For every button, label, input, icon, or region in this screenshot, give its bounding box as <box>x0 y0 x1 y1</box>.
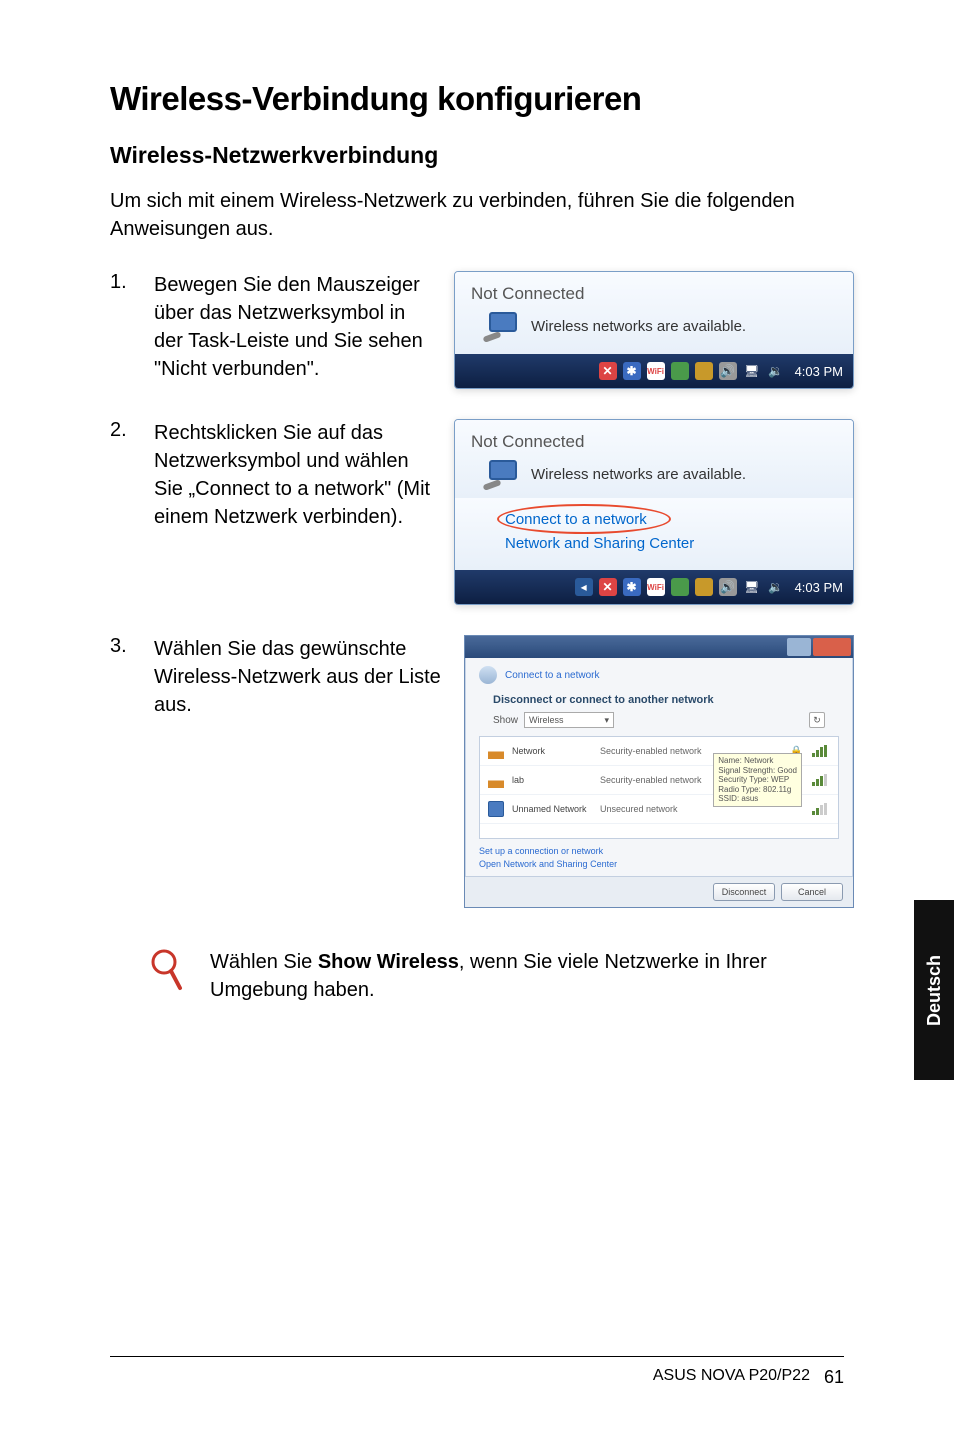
popup-title: Not Connected <box>471 432 837 452</box>
volume-icon[interactable]: 🔊 <box>719 578 737 596</box>
network-icon <box>483 312 519 340</box>
close-button[interactable] <box>813 638 851 656</box>
refresh-button[interactable]: ↻ <box>809 712 825 728</box>
popup-message: Wireless networks are available. <box>531 318 746 335</box>
screenshot-1: Not Connected Wireless networks are avai… <box>454 271 854 389</box>
step-text: Bewegen Sie den Mauszeiger über das Netz… <box>154 271 434 389</box>
show-label: Show <box>493 715 518 726</box>
signal-strength-icon <box>812 803 830 815</box>
tray-icon[interactable] <box>695 362 713 380</box>
show-filter-select[interactable]: Wireless▾ <box>524 712 614 728</box>
network-icon <box>483 460 519 488</box>
expand-tray-icon[interactable]: ◂ <box>575 578 593 596</box>
speaker-icon[interactable]: 🔉 <box>767 362 785 380</box>
bluetooth-icon[interactable]: ✱ <box>623 578 641 596</box>
dialog-subtitle: Disconnect or connect to another network <box>465 688 853 708</box>
volume-icon[interactable]: 🔊 <box>719 362 737 380</box>
close-tray-icon[interactable]: ✕ <box>599 578 617 596</box>
intro-paragraph: Um sich mit einem Wireless-Netzwerk zu v… <box>110 187 844 243</box>
open-sharing-center-link[interactable]: Open Network and Sharing Center <box>479 858 839 871</box>
step-3: 3. Wählen Sie das gewünschte Wireless-Ne… <box>110 635 844 908</box>
network-name: lab <box>512 775 592 785</box>
footer-product: ASUS NOVA P20/P22 <box>653 1367 810 1388</box>
magnifier-icon <box>150 948 184 997</box>
language-tab: Deutsch <box>914 900 954 1080</box>
page-title-h2: Wireless-Netzwerkverbindung <box>110 142 844 169</box>
tip-text-pre: Wählen Sie <box>210 951 318 973</box>
step-text: Wählen Sie das gewünschte Wireless-Netzw… <box>154 635 444 719</box>
network-tooltip: Name: Network Signal Strength: Good Secu… <box>713 753 802 807</box>
network-tray-icon[interactable]: 🖥 <box>743 578 761 596</box>
dialog-breadcrumb: Connect to a network <box>505 670 600 681</box>
setup-connection-link[interactable]: Set up a connection or network <box>479 845 839 858</box>
security-tray-icon[interactable] <box>671 578 689 596</box>
tip-note: Wählen Sie Show Wireless, wenn Sie viele… <box>110 948 844 1004</box>
disconnect-button[interactable]: Disconnect <box>713 883 775 901</box>
back-button[interactable] <box>479 666 497 684</box>
taskbar-clock: 4:03 PM <box>795 364 843 379</box>
page-footer: ASUS NOVA P20/P22 61 <box>110 1356 844 1388</box>
network-tray-icon[interactable]: 🖥 <box>743 362 761 380</box>
security-tray-icon[interactable] <box>671 362 689 380</box>
connect-network-link[interactable]: Connect to a network <box>505 508 647 532</box>
dialog-titlebar <box>465 636 853 658</box>
step-2: 2. Rechtsklicken Sie auf das Netzwerksym… <box>110 419 844 605</box>
wifi-signal-icon <box>488 772 504 788</box>
cancel-button[interactable]: Cancel <box>781 883 843 901</box>
page-title-h1: Wireless-Verbindung konfigurieren <box>110 80 844 118</box>
network-list: Network Security-enabled network 🔒 lab S… <box>479 736 839 839</box>
close-tray-icon[interactable]: ✕ <box>599 362 617 380</box>
wifi-signal-icon <box>488 743 504 759</box>
bluetooth-icon[interactable]: ✱ <box>623 362 641 380</box>
tip-text-bold: Show Wireless <box>318 951 459 973</box>
wifi-manager-icon[interactable]: WiFi <box>647 362 665 380</box>
network-name: Unnamed Network <box>512 804 592 814</box>
step-number: 1. <box>110 271 134 389</box>
step-number: 3. <box>110 635 134 658</box>
computer-icon <box>488 801 504 817</box>
step-text: Rechtsklicken Sie auf das Netzwerksymbol… <box>154 419 434 605</box>
network-list-item[interactable]: lab Security-enabled network Name: Netwo… <box>480 766 838 795</box>
screenshot-3: Connect to a network Disconnect or conne… <box>464 635 854 908</box>
speaker-icon[interactable]: 🔉 <box>767 578 785 596</box>
taskbar: ◂ ✕ ✱ WiFi 🔊 🖥 🔉 4:03 PM <box>455 570 853 604</box>
minimize-button[interactable] <box>787 638 811 656</box>
network-name: Network <box>512 746 592 756</box>
tray-icon[interactable] <box>695 578 713 596</box>
page-number: 61 <box>824 1367 844 1388</box>
signal-strength-icon <box>812 745 830 757</box>
sharing-center-link[interactable]: Network and Sharing Center <box>505 532 837 556</box>
signal-strength-icon <box>812 774 830 786</box>
step-number: 2. <box>110 419 134 605</box>
taskbar: ✕ ✱ WiFi 🔊 🖥 🔉 4:03 PM <box>455 354 853 388</box>
taskbar-clock: 4:03 PM <box>795 580 843 595</box>
screenshot-2: Not Connected Wireless networks are avai… <box>454 419 854 605</box>
wifi-manager-icon[interactable]: WiFi <box>647 578 665 596</box>
step-1: 1. Bewegen Sie den Mauszeiger über das N… <box>110 271 844 389</box>
popup-title: Not Connected <box>471 284 837 304</box>
popup-message: Wireless networks are available. <box>531 466 746 483</box>
